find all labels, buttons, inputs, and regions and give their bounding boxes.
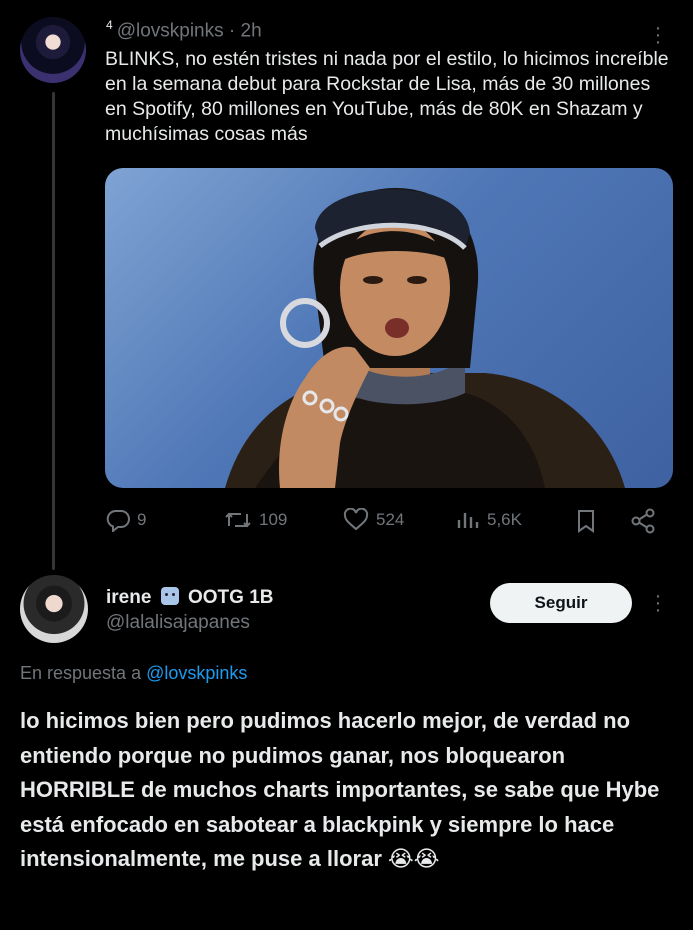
user-handle[interactable]: @lalalisajapanes — [106, 612, 250, 634]
tweet-text: lo hicimos bien pero pudimos hacerlo mej… — [20, 708, 660, 871]
like-button[interactable]: 524 — [342, 508, 404, 532]
display-name[interactable]: irene OOTG 1B — [106, 587, 274, 609]
share-button[interactable] — [630, 508, 656, 534]
retweet-button[interactable]: 109 — [223, 508, 287, 532]
views-count: 5,6K — [487, 510, 522, 529]
tweet-header: 4 @lovskpinks · 2h — [106, 18, 262, 42]
tweet-actions-bar: 9 109 524 5,6K — [105, 508, 665, 538]
reply-count: 9 — [137, 510, 147, 529]
avatar[interactable] — [20, 575, 88, 643]
views-button[interactable]: 5,6K — [455, 508, 522, 532]
tweet-text: BLINKS, no estén tristes ni nada por el … — [105, 48, 669, 145]
reply-icon — [106, 510, 130, 532]
like-count: 524 — [376, 510, 405, 529]
bookmark-button[interactable] — [575, 508, 597, 534]
follow-button[interactable]: Seguir — [490, 583, 632, 623]
views-icon — [457, 513, 479, 528]
retweet-count: 109 — [259, 510, 288, 529]
timestamp[interactable]: · 2h — [229, 20, 262, 41]
reply-button[interactable]: 9 — [105, 508, 146, 532]
more-options-icon[interactable]: · · · — [651, 18, 665, 52]
share-icon — [631, 508, 655, 534]
reply-count-superscript: 4 — [106, 18, 113, 32]
avatar[interactable] — [20, 17, 86, 83]
retweet-icon — [225, 512, 251, 528]
display-name-text: irene — [106, 587, 152, 608]
reply-context: En respuesta a @lovskpinks — [20, 663, 247, 684]
bookmark-icon — [578, 510, 594, 533]
tweet-image[interactable] — [105, 168, 673, 488]
name-badge-text: OOTG 1B — [187, 587, 274, 608]
more-options-icon[interactable]: · · · — [651, 586, 665, 620]
like-icon — [343, 508, 369, 531]
robot-emoji-icon — [160, 587, 179, 605]
user-handle[interactable]: @lovskpinks — [117, 20, 224, 41]
thread-connector-line — [52, 92, 55, 570]
reply-prefix: En respuesta a — [20, 663, 142, 683]
reply-handle-link[interactable]: @lovskpinks — [146, 663, 247, 683]
